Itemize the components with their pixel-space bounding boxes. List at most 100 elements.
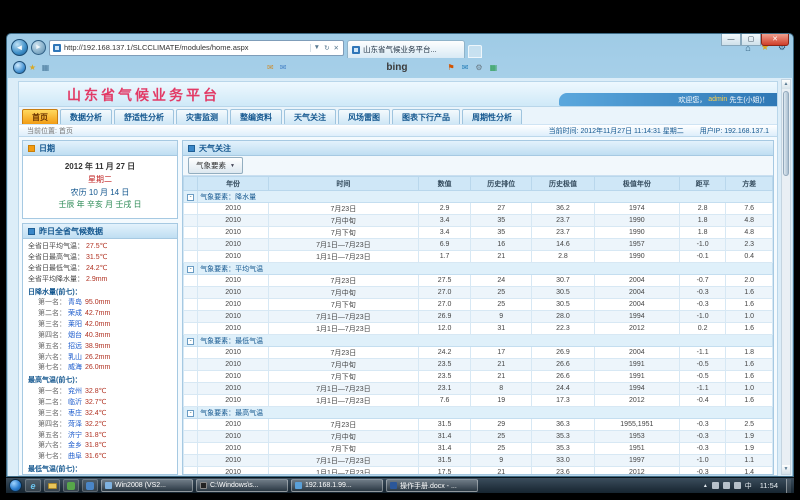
close-button[interactable]: ✕ — [761, 34, 789, 46]
cell: 9 — [471, 311, 532, 323]
station-link[interactable]: 曲阜 — [68, 453, 82, 460]
app-taskbar-icon-blue[interactable] — [82, 479, 98, 492]
explorer-taskbar-icon[interactable] — [44, 479, 60, 492]
table-row[interactable]: 20107月下旬3.43523.719901.84.8 — [184, 227, 773, 239]
browser-tab[interactable]: 山东省气候业务平台... — [347, 40, 465, 58]
ime-indicator[interactable]: 中 — [745, 481, 752, 491]
table-row[interactable]: 20107月1日—7月23日31.5933.01997-1.01.1 — [184, 455, 773, 467]
nav-item[interactable]: 首页 — [22, 109, 58, 124]
address-dropdown-icon[interactable]: ▼ — [313, 44, 321, 52]
taskbar-button-icon — [390, 482, 397, 489]
station-link[interactable]: 乳山 — [68, 354, 82, 361]
table-row[interactable]: 20101月1日—7月23日7.61917.32012-0.41.6 — [184, 395, 773, 407]
new-tab-button[interactable] — [468, 45, 482, 58]
bingbar-mail-icon[interactable]: ✉ — [462, 63, 469, 72]
stop-icon[interactable]: ✕ — [333, 44, 340, 52]
table-row[interactable]: 20107月23日27.52430.72004-0.72.0 — [184, 275, 773, 287]
address-bar[interactable]: http://192.168.137.1/SLCCLIMATE/modules/… — [49, 40, 344, 56]
tray-up-arrow-icon[interactable]: ▲ — [703, 483, 708, 489]
table-row[interactable]: 20107月中旬27.02530.52004-0.31.6 — [184, 287, 773, 299]
tray-volume-icon[interactable] — [723, 482, 730, 489]
station-link[interactable]: 临沂 — [68, 399, 82, 406]
station-link[interactable]: 威海 — [68, 364, 82, 371]
scroll-down-icon[interactable]: ▼ — [782, 465, 790, 474]
minimize-button[interactable]: — — [721, 34, 741, 46]
bingbar-gear-icon[interactable]: ⚙ — [475, 63, 482, 72]
scrollbar-thumb[interactable] — [783, 91, 789, 176]
table-row[interactable]: 20101月1日—7月23日1.7212.81990-0.10.4 — [184, 251, 773, 263]
element-filter-button[interactable]: 气象要素 ▼ — [188, 157, 243, 174]
table-row[interactable]: 20101月1日—7月23日17.52123.62012-0.31.4 — [184, 467, 773, 475]
favorites-bar-star-icon[interactable]: ★ — [26, 63, 39, 72]
collapse-icon[interactable]: - — [187, 266, 194, 273]
table-row[interactable]: 20107月下旬27.02530.52004-0.31.6 — [184, 299, 773, 311]
vertical-scrollbar[interactable]: ▲ ▼ — [781, 79, 791, 475]
taskbar-clock[interactable]: 11:54 — [756, 481, 782, 490]
ie-taskbar-icon[interactable]: e — [25, 479, 41, 492]
row-blank-cell — [184, 215, 198, 227]
table-row[interactable]: 20107月1日—7月23日23.1824.41994-1.11.0 — [184, 383, 773, 395]
table-row[interactable]: 20107月23日2.92736.219742.87.6 — [184, 203, 773, 215]
table-row[interactable]: 20107月1日—7月23日6.91614.61957-1.02.3 — [184, 239, 773, 251]
tray-network-icon[interactable] — [712, 482, 719, 489]
table-row[interactable]: 20107月23日31.52936.31955,1951-0.32.5 — [184, 419, 773, 431]
station-link[interactable]: 兖州 — [68, 388, 82, 395]
nav-item[interactable]: 风场雷图 — [338, 109, 390, 124]
station-link[interactable]: 金乡 — [68, 442, 82, 449]
station-link[interactable]: 菏泽 — [68, 421, 82, 428]
collapse-icon[interactable]: - — [187, 194, 194, 201]
favorites-bar-grid-icon[interactable]: ▦ — [39, 63, 52, 72]
nav-item[interactable]: 整编资料 — [230, 109, 282, 124]
table-row[interactable]: 20107月中旬31.42535.31953-0.31.9 — [184, 431, 773, 443]
desktop-screen: — ▢ ✕ ◄ ► http://192.168.137.1/SLCCLIMAT… — [6, 33, 794, 493]
app-taskbar-icon-green[interactable] — [63, 479, 79, 492]
cell: -0.3 — [679, 467, 726, 475]
cell: 23.7 — [532, 227, 595, 239]
cell: 1953 — [594, 431, 679, 443]
nav-item[interactable]: 图表下行产品 — [392, 109, 460, 124]
start-button[interactable] — [9, 479, 22, 492]
table-row[interactable]: 20101月1日—7月23日12.03122.320120.21.6 — [184, 323, 773, 335]
maximize-button[interactable]: ▢ — [741, 34, 761, 46]
taskbar-button[interactable]: 192.168.1.99... — [291, 479, 383, 492]
toolbar-circle-button[interactable] — [13, 61, 26, 74]
cell: 23.5 — [418, 359, 471, 371]
table-row[interactable]: 20107月下旬31.42535.31951-0.31.9 — [184, 443, 773, 455]
table-row[interactable]: 20107月中旬3.43523.719901.84.8 — [184, 215, 773, 227]
station-link[interactable]: 枣庄 — [68, 410, 82, 417]
cell: 1957 — [594, 239, 679, 251]
collapse-icon[interactable]: - — [187, 410, 194, 417]
nav-item[interactable]: 灾害监测 — [176, 109, 228, 124]
cell: 1.6 — [726, 371, 773, 383]
cell: 4.8 — [726, 215, 773, 227]
table-row[interactable]: 20107月下旬23.52126.61991-0.51.6 — [184, 371, 773, 383]
bingbar-flag-icon[interactable]: ⚑ — [448, 63, 455, 72]
table-row[interactable]: 20107月中旬23.52126.61991-0.51.6 — [184, 359, 773, 371]
nav-item[interactable]: 周期性分析 — [462, 109, 522, 124]
mail-icon-2[interactable]: ✉ — [280, 63, 287, 72]
scroll-up-icon[interactable]: ▲ — [782, 80, 790, 89]
mail-icon[interactable]: ✉ — [267, 63, 274, 72]
station-link[interactable]: 荣成 — [68, 310, 82, 317]
tray-action-center-icon[interactable] — [734, 482, 741, 489]
forward-button[interactable]: ► — [31, 40, 46, 55]
collapse-icon[interactable]: - — [187, 338, 194, 345]
station-link[interactable]: 烟台 — [68, 332, 82, 339]
nav-item[interactable]: 舒适性分析 — [114, 109, 174, 124]
bingbar-grid-icon[interactable]: ▦ — [490, 63, 498, 72]
table-row[interactable]: 20107月1日—7月23日26.9928.01994-1.01.0 — [184, 311, 773, 323]
taskbar-button[interactable]: 操作手册.docx - ... — [386, 479, 478, 492]
station-link[interactable]: 济宁 — [68, 432, 82, 439]
table-row[interactable]: 20107月23日24.21726.92004-1.11.8 — [184, 347, 773, 359]
show-desktop-button[interactable] — [786, 479, 791, 493]
station-link[interactable]: 莱阳 — [68, 321, 82, 328]
station-link[interactable]: 招远 — [68, 343, 82, 350]
taskbar-button[interactable]: C:\Windows\s... — [196, 479, 288, 492]
taskbar-button-label: Win2008 (VS2... — [115, 482, 166, 489]
nav-item[interactable]: 数据分析 — [60, 109, 112, 124]
refresh-icon[interactable]: ↻ — [323, 44, 330, 52]
station-link[interactable]: 青岛 — [68, 299, 82, 306]
nav-item[interactable]: 天气关注 — [284, 109, 336, 124]
back-button[interactable]: ◄ — [11, 39, 28, 56]
taskbar-button[interactable]: Win2008 (VS2... — [101, 479, 193, 492]
